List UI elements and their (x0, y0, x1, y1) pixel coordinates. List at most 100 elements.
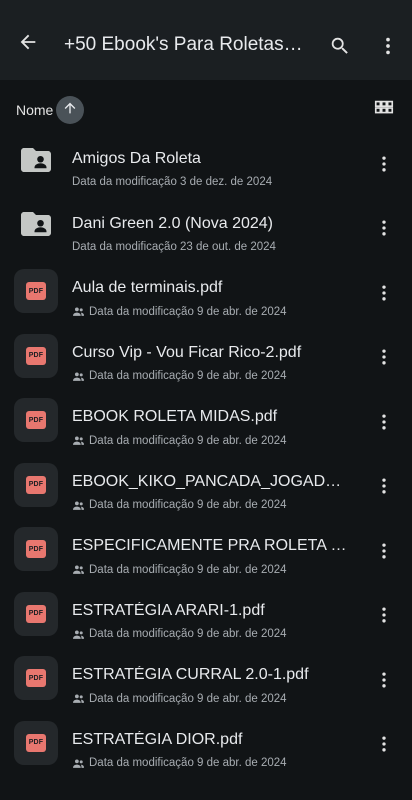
row-more-button[interactable] (370, 604, 398, 632)
file-row[interactable]: PDF Aula de terminais.pdf Data da modifi… (0, 257, 412, 322)
pdf-icon: PDF (26, 540, 46, 558)
row-more-button[interactable] (370, 217, 398, 245)
file-meta: Data da modificação 9 de abr. de 2024 (72, 563, 362, 576)
pdf-icon: PDF (26, 475, 46, 494)
file-meta: Data da modificação 9 de abr. de 2024 (72, 370, 362, 383)
people-icon (72, 370, 85, 383)
file-thumbnail: PDF (14, 333, 58, 378)
people-icon (72, 628, 85, 641)
file-row[interactable]: PDF ESTRATÉGIA DIOR.pdf Data da modifica… (0, 709, 412, 774)
more-vert-icon (374, 605, 394, 630)
row-more-button[interactable] (370, 733, 398, 761)
people-icon (72, 692, 85, 705)
row-more-button[interactable] (370, 668, 398, 696)
file-meta: Data da modificação 9 de abr. de 2024 (72, 757, 362, 770)
file-name: Curso Vip - Vou Ficar Rico-2.pdf (72, 343, 302, 361)
people-icon (72, 305, 85, 318)
file-name: Aula de terminais.pdf (72, 279, 223, 296)
more-vert-icon (374, 476, 394, 501)
row-more-button[interactable] (370, 346, 398, 374)
pdf-icon: PDF (26, 346, 46, 365)
file-meta-text: Data da modificação 9 de abr. de 2024 (89, 499, 287, 511)
file-name: ESTRATÉGIA CURRAL 2.0-1.pdf (72, 666, 309, 683)
row-more-button[interactable] (370, 152, 398, 180)
file-meta: Data da modificação 9 de abr. de 2024 (72, 499, 362, 512)
file-meta: Data da modificação 9 de abr. de 2024 (72, 628, 362, 641)
folder-title: +50 Ebook's Para Roletas e... (64, 34, 304, 55)
grid-view-icon (373, 97, 395, 124)
more-vert-icon (374, 347, 394, 372)
file-row[interactable]: PDF EBOOK_KIKO_PANCADA_JOGADAS.... Data … (0, 451, 412, 516)
more-vert-icon (374, 154, 394, 179)
people-icon (72, 563, 85, 576)
file-row[interactable]: PDF ESTRATÉGIA ARARI-1.pdf Data da modif… (0, 580, 412, 645)
more-vert-icon (377, 35, 399, 62)
file-list: Amigos Da Roleta Data da modificação 3 d… (0, 128, 412, 773)
search-icon (329, 35, 351, 62)
file-thumbnail: PDF (14, 720, 58, 765)
shared-folder-icon (16, 142, 56, 183)
row-more-button[interactable] (370, 539, 398, 567)
file-meta: Data da modificação 9 de abr. de 2024 (72, 305, 362, 318)
sort-direction-button[interactable] (56, 96, 84, 124)
app-bar: +50 Ebook's Para Roletas e... (0, 0, 412, 80)
pdf-icon: PDF (26, 411, 46, 429)
file-name: ESTRATÉGIA ARARI-1.pdf (72, 601, 265, 619)
file-name: Dani Green 2.0 (Nova 2024) (72, 214, 273, 232)
file-thumbnail: PDF (14, 398, 58, 442)
people-icon (72, 757, 85, 770)
file-thumbnail: PDF (14, 527, 58, 571)
file-meta-text: Data da modificação 9 de abr. de 2024 (89, 563, 287, 576)
arrow-up-icon (62, 100, 78, 121)
file-meta: Data da modificação 3 de dez. de 2024 (72, 176, 273, 188)
file-meta: Data da modificação 9 de abr. de 2024 (72, 692, 362, 705)
more-vert-icon (374, 283, 394, 308)
shared-folder-icon (16, 206, 56, 247)
file-thumbnail: PDF (14, 462, 58, 507)
file-name: EBOOK_KIKO_PANCADA_JOGADAS.... (72, 472, 350, 490)
file-meta-text: Data da modificação 9 de abr. de 2024 (89, 370, 287, 382)
file-name: Amigos Da Roleta (72, 150, 201, 167)
file-thumbnail: PDF (14, 269, 58, 313)
more-vert-icon (374, 218, 394, 243)
row-more-button[interactable] (370, 281, 398, 309)
pdf-icon: PDF (26, 669, 46, 687)
arrow-back-icon (17, 31, 39, 58)
pdf-icon: PDF (26, 604, 46, 623)
file-meta-text: Data da modificação 9 de abr. de 2024 (89, 757, 287, 769)
file-row[interactable]: Dani Green 2.0 (Nova 2024) Data da modif… (0, 193, 412, 258)
file-name: EBOOK ROLETA MIDAS.pdf (72, 408, 278, 425)
file-meta: Data da modificação 23 de out. de 2024 (72, 240, 276, 253)
file-row[interactable]: PDF ESPECIFICAMENTE PRA ROLETA BR... Dat… (0, 515, 412, 580)
file-meta: Data da modificação 9 de abr. de 2024 (72, 434, 362, 447)
back-button[interactable] (12, 28, 44, 60)
file-meta-text: Data da modificação 9 de abr. de 2024 (89, 628, 287, 640)
file-meta-text: Data da modificação 9 de abr. de 2024 (89, 434, 287, 447)
grid-view-button[interactable] (368, 94, 400, 126)
more-vert-icon (374, 412, 394, 437)
file-thumbnail: PDF (14, 656, 58, 700)
search-button[interactable] (324, 32, 356, 64)
file-meta-text: Data da modificação 9 de abr. de 2024 (89, 692, 287, 705)
people-icon (72, 499, 85, 512)
more-vert-icon (374, 734, 394, 759)
file-name: ESTRATÉGIA DIOR.pdf (72, 730, 243, 748)
people-icon (72, 434, 85, 447)
file-name: ESPECIFICAMENTE PRA ROLETA BR... (72, 537, 350, 554)
file-row[interactable]: PDF EBOOK ROLETA MIDAS.pdf Data da modif… (0, 386, 412, 451)
file-thumbnail: PDF (14, 591, 58, 636)
more-options-button[interactable] (372, 32, 404, 64)
row-more-button[interactable] (370, 410, 398, 438)
file-thumbnail (14, 140, 58, 184)
file-meta-text: Data da modificação 9 de abr. de 2024 (89, 305, 287, 318)
file-row[interactable]: PDF ESTRATÉGIA CURRAL 2.0-1.pdf Data da … (0, 644, 412, 709)
file-row[interactable]: PDF Curso Vip - Vou Ficar Rico-2.pdf Dat… (0, 322, 412, 387)
row-more-button[interactable] (370, 475, 398, 503)
more-vert-icon (374, 670, 394, 695)
sort-label[interactable]: Nome (16, 102, 53, 118)
file-thumbnail (14, 205, 58, 249)
pdf-icon: PDF (26, 282, 46, 300)
file-row[interactable]: Amigos Da Roleta Data da modificação 3 d… (0, 128, 412, 193)
pdf-icon: PDF (26, 733, 46, 752)
more-vert-icon (374, 541, 394, 566)
